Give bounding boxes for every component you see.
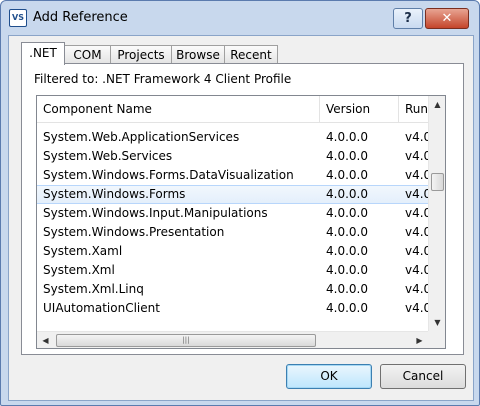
component-name: System.Xaml: [43, 244, 123, 258]
component-runtime: v4.0: [405, 187, 428, 201]
component-name: System.Windows.Input.Manipulations: [43, 206, 268, 220]
list-item[interactable]: System.Windows.Forms.DataVisualization 4…: [37, 166, 445, 185]
component-version: 4.0.0.0: [326, 301, 368, 315]
component-version: 4.0.0.0: [326, 282, 368, 296]
component-name: System.Xml: [43, 263, 115, 277]
column-header-component-name[interactable]: Component Name: [37, 96, 320, 122]
tab-com[interactable]: COM: [64, 45, 111, 64]
visual-studio-icon: VS: [9, 9, 27, 27]
list-item[interactable]: System.Xaml 4.0.0.0 v4.0: [37, 242, 445, 261]
component-runtime: v4.0: [405, 130, 428, 144]
close-button[interactable]: ✕: [425, 8, 469, 29]
component-version: 4.0.0.0: [326, 149, 368, 163]
horizontal-scrollbar[interactable]: ◀ ||| ▶: [37, 331, 428, 348]
list-item[interactable]: System.Windows.Presentation 4.0.0.0 v4.0: [37, 223, 445, 242]
component-version: 4.0.0.0: [326, 244, 368, 258]
list-item[interactable]: System.Web.ApplicationServices 4.0.0.0 v…: [37, 128, 445, 147]
component-version: 4.0.0.0: [326, 206, 368, 220]
dialog-client-area: .NET COM Projects Browse Recent Filtered…: [8, 35, 474, 401]
column-header-runtime[interactable]: Runtime: [399, 96, 429, 122]
component-version: 4.0.0.0: [326, 263, 368, 277]
vertical-scrollbar[interactable]: ▲ ▼: [428, 96, 445, 331]
list-item-selected[interactable]: System.Windows.Forms 4.0.0.0 v4.0: [37, 185, 445, 204]
scroll-left-arrow-icon[interactable]: ◀: [37, 332, 54, 348]
component-list[interactable]: Component Name Version Runtime System.We…: [36, 95, 446, 349]
list-item[interactable]: System.Windows.Input.Manipulations 4.0.0…: [37, 204, 445, 223]
component-runtime: v4.0: [405, 149, 428, 163]
add-reference-dialog: VS Add Reference ? ✕ .NET COM Projects B…: [0, 0, 480, 406]
component-name: System.Windows.Forms.DataVisualization: [43, 168, 294, 182]
list-item[interactable]: System.Xml.Linq 4.0.0.0 v4.0: [37, 280, 445, 299]
horizontal-scroll-thumb[interactable]: |||: [56, 334, 316, 347]
component-version: 4.0.0.0: [326, 187, 368, 201]
vertical-scroll-thumb[interactable]: [431, 173, 444, 191]
list-item[interactable]: System.Xml 4.0.0.0 v4.0: [37, 261, 445, 280]
tab-dotnet[interactable]: .NET: [21, 42, 65, 65]
component-runtime: v4.0: [405, 263, 428, 277]
list-item[interactable]: UIAutomationClient 4.0.0.0 v4.0: [37, 299, 445, 318]
component-runtime: v4.0: [405, 244, 428, 258]
component-name: UIAutomationClient: [43, 301, 160, 315]
component-name: System.Web.ApplicationServices: [43, 130, 240, 144]
column-header-version[interactable]: Version: [320, 96, 399, 122]
component-version: 4.0.0.0: [326, 130, 368, 144]
component-runtime: v4.0: [405, 168, 428, 182]
help-button[interactable]: ?: [393, 8, 423, 29]
component-version: 4.0.0.0: [326, 225, 368, 239]
component-runtime: v4.0: [405, 282, 428, 296]
tab-recent[interactable]: Recent: [224, 45, 278, 64]
tab-projects[interactable]: Projects: [110, 45, 172, 64]
scroll-up-arrow-icon[interactable]: ▲: [429, 96, 445, 113]
ok-button[interactable]: OK: [286, 364, 372, 389]
scrollbar-corner: [428, 331, 445, 348]
component-name: System.Xml.Linq: [43, 282, 144, 296]
list-header: Component Name Version Runtime: [37, 96, 445, 123]
component-version: 4.0.0.0: [326, 168, 368, 182]
title-bar[interactable]: VS Add Reference ? ✕: [1, 1, 479, 35]
tab-browse[interactable]: Browse: [171, 45, 225, 64]
list-item[interactable]: System.Web.Services 4.0.0.0 v4.0: [37, 147, 445, 166]
scroll-right-arrow-icon[interactable]: ▶: [411, 332, 428, 348]
scroll-down-arrow-icon[interactable]: ▼: [429, 314, 445, 331]
dialog-title: Add Reference: [33, 10, 128, 25]
component-name: System.Web.Services: [43, 149, 173, 163]
filter-label: Filtered to: .NET Framework 4 Client Pro…: [34, 72, 292, 86]
component-name: System.Windows.Presentation: [43, 225, 225, 239]
tab-panel-dotnet: Filtered to: .NET Framework 4 Client Pro…: [21, 63, 464, 355]
component-runtime: v4.0: [405, 206, 428, 220]
component-runtime: v4.0: [405, 225, 428, 239]
component-name: System.Windows.Forms: [43, 187, 186, 201]
cancel-button[interactable]: Cancel: [380, 364, 466, 389]
component-runtime: v4.0: [405, 301, 428, 315]
